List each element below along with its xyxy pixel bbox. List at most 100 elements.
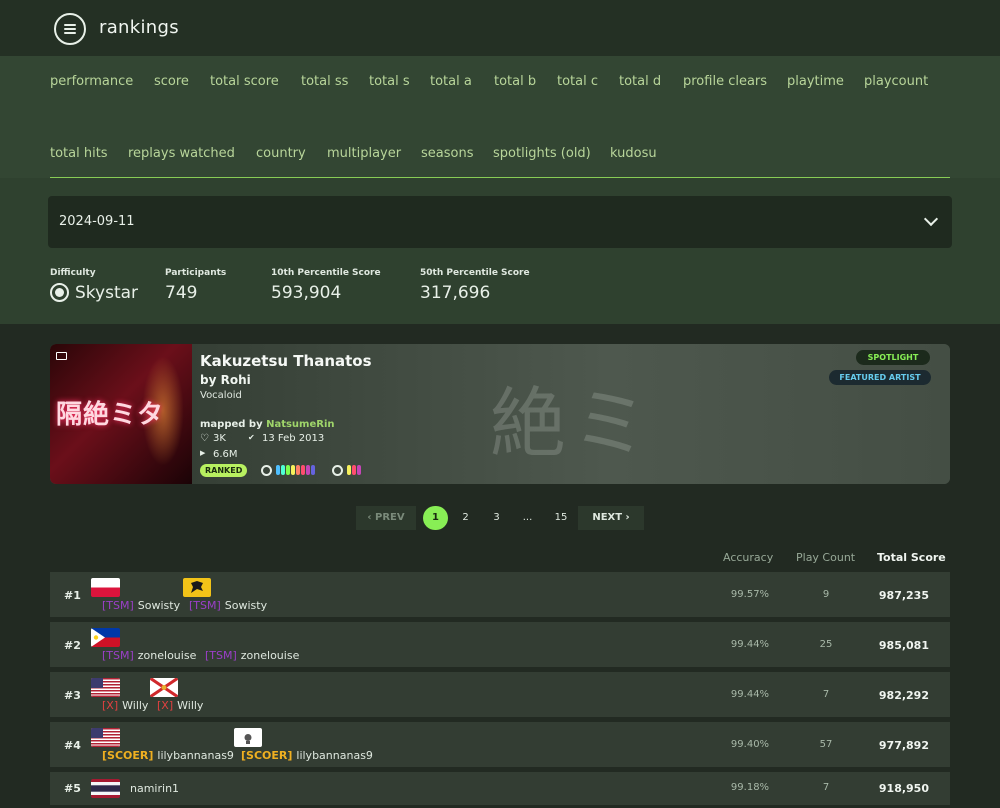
tab-total-s[interactable]: total s xyxy=(369,74,410,89)
difficulty-dot[interactable] xyxy=(276,465,280,475)
row-accuracy: 99.44% xyxy=(730,639,770,650)
tab-multiplayer[interactable]: multiplayer xyxy=(327,146,401,161)
username: namirin1 xyxy=(130,782,180,795)
pagination-page-3[interactable]: 3 xyxy=(484,506,509,530)
row-rank: #1 xyxy=(64,589,81,602)
pagination-prev-button[interactable]: ‹ PREV xyxy=(356,506,416,530)
rankings-icon xyxy=(54,13,86,45)
mapper-link[interactable]: NatsumeRin xyxy=(266,419,334,430)
difficulty-dots-mania[interactable] xyxy=(347,465,361,475)
column-accuracy[interactable]: Accuracy xyxy=(723,551,773,564)
difficulty-dot[interactable] xyxy=(291,465,295,475)
team-tag: [SCOER] xyxy=(241,749,293,762)
tab-total-d[interactable]: total d xyxy=(619,74,661,89)
heart-icon: ♡ xyxy=(200,433,209,444)
team-username-link[interactable]: [X] Willy xyxy=(157,699,203,712)
play-count: 6.6M xyxy=(213,449,238,460)
tab-score[interactable]: score xyxy=(154,74,189,89)
username: Willy xyxy=(122,699,149,712)
table-row[interactable]: #5 namirin1 99.18% 7 918,950 xyxy=(50,772,950,805)
pagination-page-1[interactable]: 1 xyxy=(423,506,448,530)
column-play-count[interactable]: Play Count xyxy=(796,551,855,564)
row-playcount: 57 xyxy=(819,739,833,750)
tab-profile-clears[interactable]: profile clears xyxy=(683,74,767,89)
tab-seasons[interactable]: seasons xyxy=(421,146,473,161)
team-username-link[interactable]: [TSM] Sowisty xyxy=(189,599,267,612)
play-icon: ▶ xyxy=(200,449,206,457)
beatmap-thumbnail[interactable]: 隔絶ミタ xyxy=(50,344,192,484)
difficulty-dot[interactable] xyxy=(347,465,351,475)
tab-playtime[interactable]: playtime xyxy=(787,74,844,89)
spotlight-date-select[interactable]: 2024-09-11 xyxy=(48,196,952,248)
username-link[interactable]: [SCOER] lilybannanas9 xyxy=(102,749,234,762)
table-row[interactable]: #4 [SCOER] lilybannanas9 [SCOER] lilybanna… xyxy=(50,722,950,767)
difficulty-dot[interactable] xyxy=(352,465,356,475)
tab-country[interactable]: country xyxy=(256,146,306,161)
difficulty-dot[interactable] xyxy=(301,465,305,475)
tab-playcount[interactable]: playcount xyxy=(864,74,928,89)
p50-label: 50th Percentile Score xyxy=(420,268,530,278)
p10-value: 593,904 xyxy=(271,283,342,303)
beatmap-artist[interactable]: by Rohi xyxy=(200,373,251,387)
row-total-score: 985,081 xyxy=(878,639,929,652)
row-total-score: 977,892 xyxy=(878,739,929,752)
flag-pl-icon[interactable] xyxy=(91,578,120,597)
flag-ph-icon[interactable] xyxy=(91,628,120,647)
team-flag-scoer-icon[interactable] xyxy=(234,728,262,747)
pagination-page-2[interactable]: 2 xyxy=(453,506,478,530)
team-flag-tsm-icon[interactable] xyxy=(183,578,211,597)
username-link[interactable]: namirin1 xyxy=(130,782,179,795)
username: Sowisty xyxy=(137,599,181,612)
beatmap-title[interactable]: Kakuzetsu Thanatos xyxy=(200,352,372,370)
pagination-page-15[interactable]: 15 xyxy=(547,506,575,530)
row-accuracy: 99.44% xyxy=(730,689,770,700)
osu-mode-icon xyxy=(261,465,272,476)
difficulty-value: Skystar xyxy=(75,283,139,303)
tab-total-b[interactable]: total b xyxy=(494,74,536,89)
team-tag: [TSM] xyxy=(102,649,134,662)
difficulty-dot[interactable] xyxy=(296,465,300,475)
tab-spotlights-old[interactable]: spotlights (old) xyxy=(493,146,591,161)
team-username-link[interactable]: [TSM] zonelouise xyxy=(205,649,299,662)
beatmap-card[interactable]: 絶ミ 隔絶ミタ Kakuzetsu Thanatos by Rohi Vocal… xyxy=(50,344,950,484)
team-tag: [TSM] xyxy=(102,599,134,612)
thumbnail-text: 隔絶ミタ xyxy=(56,400,165,430)
username-link[interactable]: [TSM] Sowisty xyxy=(102,599,180,612)
team-username-link[interactable]: [SCOER] lilybannanas9 xyxy=(241,749,373,762)
pagination-next-button[interactable]: NEXT › xyxy=(578,506,644,530)
difficulty-dot[interactable] xyxy=(306,465,310,475)
difficulty-icon xyxy=(50,283,69,302)
tab-replays-watched[interactable]: replays watched xyxy=(128,146,235,161)
table-row[interactable]: #1 [TSM] Sowisty [TSM] Sowisty 99.57% 9 98… xyxy=(50,572,950,617)
difficulty-dot[interactable] xyxy=(357,465,361,475)
username: lilybannanas9 xyxy=(157,749,234,762)
tab-total-hits[interactable]: total hits xyxy=(50,146,108,161)
difficulty-dot[interactable] xyxy=(281,465,285,475)
team-flag-x-icon[interactable] xyxy=(150,678,178,697)
row-accuracy: 99.57% xyxy=(730,589,770,600)
tab-total-score[interactable]: total score xyxy=(210,74,279,89)
featured-artist-badge[interactable]: FEATURED ARTIST xyxy=(829,370,931,385)
tab-total-a[interactable]: total a xyxy=(430,74,472,89)
column-total-score[interactable]: Total Score xyxy=(877,551,946,564)
row-total-score: 987,235 xyxy=(878,589,929,602)
flag-us-icon[interactable] xyxy=(91,678,120,697)
difficulty-dot[interactable] xyxy=(311,465,315,475)
tab-total-c[interactable]: total c xyxy=(557,74,598,89)
favourite-count: 3K xyxy=(213,433,226,444)
table-row[interactable]: #3 [X] Willy [X] Willy 99.44% 7 982,292 xyxy=(50,672,950,717)
ranked-status-badge: RANKED xyxy=(200,464,248,477)
header: rankings xyxy=(0,0,1000,56)
participants-value: 749 xyxy=(165,283,198,303)
row-playcount: 7 xyxy=(822,689,830,700)
username-link[interactable]: [X] Willy xyxy=(102,699,148,712)
flag-th-icon[interactable] xyxy=(91,779,120,798)
username-link[interactable]: [TSM] zonelouise xyxy=(102,649,196,662)
difficulty-dot[interactable] xyxy=(286,465,290,475)
flag-us-icon[interactable] xyxy=(91,728,120,747)
difficulty-dots-standard[interactable] xyxy=(276,465,315,475)
table-row[interactable]: #2 [TSM] zonelouise [TSM] zonelouise 99.44… xyxy=(50,622,950,667)
tab-total-ss[interactable]: total ss xyxy=(301,74,348,89)
tab-performance[interactable]: performance xyxy=(50,74,133,89)
tab-kudosu[interactable]: kudosu xyxy=(610,146,657,161)
